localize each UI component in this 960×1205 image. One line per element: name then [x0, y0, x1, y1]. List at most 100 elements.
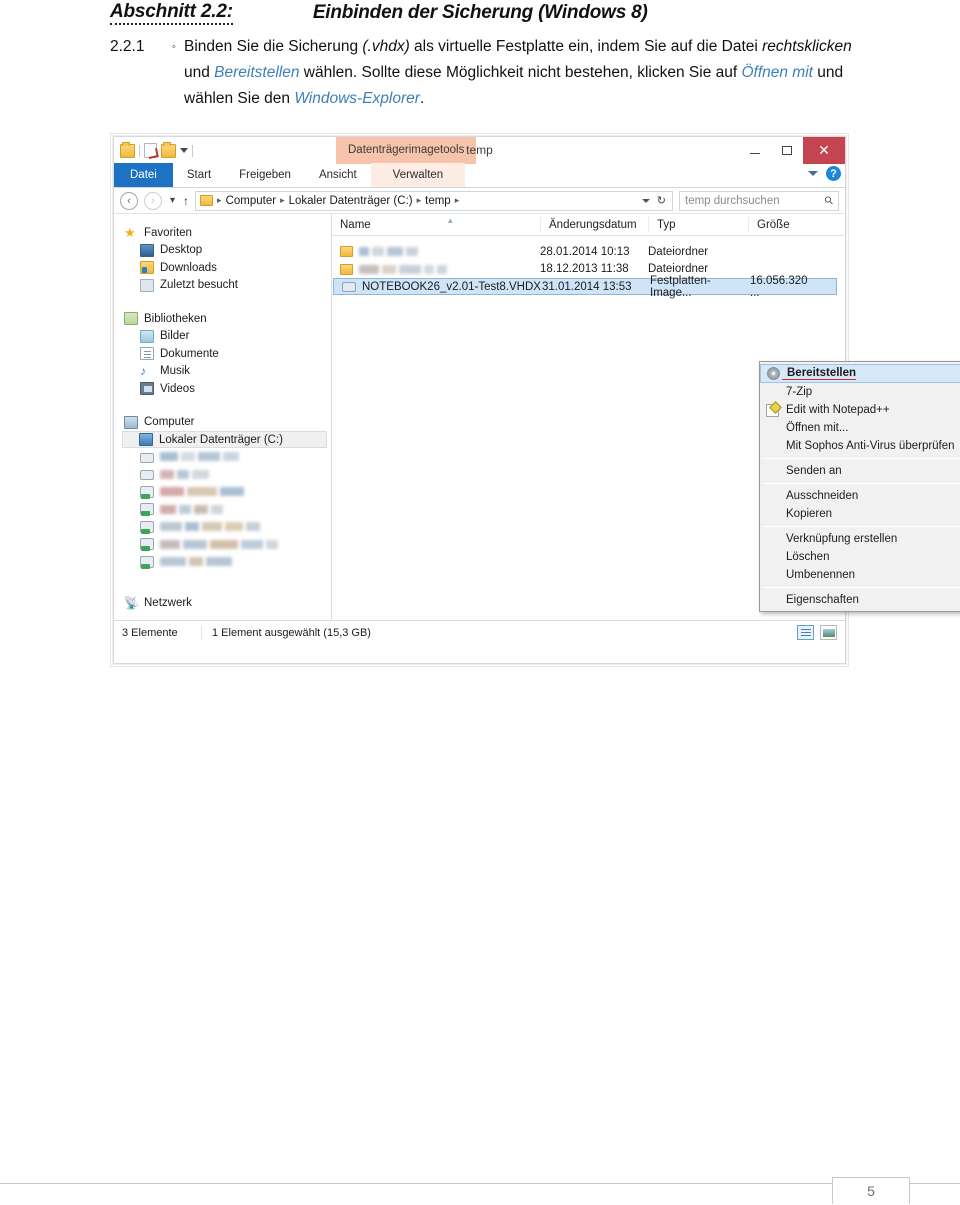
context-menu-item-umbenennen[interactable]: Umbenennen [760, 566, 960, 584]
computer-icon [124, 415, 138, 429]
column-header-name[interactable]: Name [332, 217, 540, 233]
context-menu-item-oeffnen-mit[interactable]: Öffnen mit... [760, 419, 960, 437]
sidebar-item-netzwerk[interactable]: 📡 Netzwerk [120, 595, 331, 613]
context-menu-item-ausschneiden[interactable]: Ausschneiden [760, 487, 960, 505]
sidebar-item-redacted-1[interactable] [120, 448, 331, 466]
refresh-icon[interactable]: ↻ [657, 194, 666, 207]
paragraph-link-windows-explorer[interactable]: Windows-Explorer [294, 90, 420, 107]
details-view-button[interactable] [797, 625, 814, 640]
sidebar-item-redacted-5[interactable] [120, 518, 331, 536]
sidebar-item-musik[interactable]: ♪ Musik [120, 363, 331, 381]
context-menu-item-bereitstellen[interactable]: Bereitstellen [760, 364, 960, 383]
sidebar-label: Bibliotheken [144, 312, 207, 325]
tab-ansicht[interactable]: Ansicht [305, 163, 371, 187]
search-icon[interactable]: ⚲ [822, 193, 836, 208]
column-header-type[interactable]: Typ [648, 216, 748, 233]
context-menu-item-verknuepfung-erstellen[interactable]: Verknüpfung erstellen [760, 530, 960, 548]
help-icon[interactable]: ? [826, 166, 841, 181]
tab-verwalten[interactable]: Verwalten [370, 163, 466, 187]
item-count-label: 3 Elemente [114, 625, 202, 640]
recent-locations-chevron-icon[interactable]: ▾ [168, 195, 177, 206]
table-row[interactable]: 28.01.2014 10:13 Dateiordner [332, 243, 845, 261]
sidebar-item-redacted-4[interactable] [120, 501, 331, 519]
customize-chevron-icon[interactable] [180, 148, 188, 153]
address-bar: ‹ › ▾ ↑ ▸ Computer ▸ Lokaler Datenträger… [114, 188, 845, 214]
paragraph-link-bereitstellen[interactable]: Bereitstellen [214, 64, 299, 81]
sidebar-label: Zuletzt besucht [160, 279, 238, 292]
column-header-size[interactable]: Größe [748, 216, 808, 233]
sidebar-label: Musik [160, 365, 191, 378]
new-folder-icon[interactable] [161, 141, 176, 158]
maximize-button[interactable] [771, 137, 803, 164]
paragraph-link-oeffnen-mit[interactable]: Öffnen mit [741, 64, 813, 81]
window-controls[interactable]: ✕ [739, 137, 845, 164]
file-type-cell: Dateiordner [648, 263, 709, 276]
instruction-paragraph: 2.2.1 ◦ Binden Sie die Sicherung (.vhdx)… [110, 34, 870, 112]
sidebar-item-downloads[interactable]: Downloads [120, 259, 331, 277]
column-header-date[interactable]: Änderungsdatum [540, 216, 648, 233]
document-page: Abschnitt 2.2: Einbinden der Sicherung (… [0, 0, 960, 1205]
context-menu-item-senden-an[interactable]: Senden an ▸ [760, 462, 960, 480]
table-row[interactable]: NOTEBOOK26_v2.01-Test8.VHDX 31.01.2014 1… [333, 275, 837, 299]
tab-freigeben[interactable]: Freigeben [225, 163, 305, 187]
up-button[interactable]: ↑ [183, 194, 189, 208]
sidebar-item-lokaler-datentraeger[interactable]: Lokaler Datenträger (C:) [122, 431, 327, 448]
sidebar-item-redacted-3[interactable] [120, 483, 331, 501]
breadcrumb[interactable]: ▸ Computer ▸ Lokaler Datenträger (C:) ▸ … [195, 190, 673, 211]
network-drive-icon [140, 555, 154, 569]
file-type-cell: Dateiordner [648, 245, 709, 258]
properties-icon[interactable] [144, 143, 157, 158]
thumbnail-view-button[interactable] [820, 625, 837, 640]
context-menu-item-eigenschaften[interactable]: Eigenschaften [760, 591, 960, 609]
file-date-cell: 31.01.2014 13:53 [542, 280, 632, 293]
tab-datei[interactable]: Datei [114, 163, 173, 187]
sidebar-item-dokumente[interactable]: Dokumente [120, 345, 331, 363]
file-type-cell: Festplatten-Image... [650, 274, 711, 299]
forward-button[interactable]: › [144, 191, 162, 210]
back-button[interactable]: ‹ [120, 191, 138, 210]
column-headers: Name Änderungsdatum Typ Größe ▴ [332, 214, 845, 236]
context-menu-item-loeschen[interactable]: Löschen [760, 548, 960, 566]
breadcrumb-right-controls[interactable]: ↻ [641, 194, 668, 207]
breadcrumb-item-computer[interactable]: Computer [226, 195, 277, 207]
tab-start[interactable]: Start [173, 163, 225, 187]
qat-divider-2 [192, 144, 193, 157]
context-menu-label: Edit with Notepad++ [786, 404, 890, 416]
view-buttons[interactable] [797, 625, 837, 640]
quick-access-toolbar[interactable] [114, 137, 193, 164]
sidebar-item-computer[interactable]: Computer [120, 414, 331, 432]
breadcrumb-item-temp[interactable]: temp [425, 195, 451, 207]
sidebar-item-redacted-2[interactable] [120, 466, 331, 484]
context-menu-item-kopieren[interactable]: Kopieren [760, 505, 960, 523]
sidebar-item-redacted-7[interactable] [120, 553, 331, 571]
chevron-down-icon[interactable] [641, 198, 650, 203]
context-menu[interactable]: Bereitstellen 7-Zip ▸ Edit with Notepad+… [759, 361, 960, 612]
menu-separator [762, 526, 960, 527]
menu-separator [762, 587, 960, 588]
chevron-down-icon[interactable] [808, 171, 818, 176]
navigation-pane: ★ Favoriten Desktop Downloads Zuletzt be… [114, 214, 332, 620]
sidebar-item-favoriten[interactable]: ★ Favoriten [120, 224, 331, 242]
qat-divider [139, 144, 140, 157]
file-size-cell: 16.056.320 ... [750, 274, 808, 299]
folder-icon[interactable] [120, 141, 135, 158]
minimize-button[interactable] [739, 137, 771, 164]
paragraph-text-3: als virtuelle Festplatte ein, indem Sie … [409, 38, 763, 55]
context-menu-item-notepadpp[interactable]: Edit with Notepad++ [760, 401, 960, 419]
sidebar-item-bibliotheken[interactable]: Bibliotheken [120, 310, 331, 328]
sidebar-item-zuletzt-besucht[interactable]: Zuletzt besucht [120, 277, 331, 295]
sidebar-item-desktop[interactable]: Desktop [120, 242, 331, 260]
sidebar-item-bilder[interactable]: Bilder [120, 328, 331, 346]
sidebar-item-videos[interactable]: Videos [120, 380, 331, 398]
context-menu-item-7zip[interactable]: 7-Zip ▸ [760, 383, 960, 401]
sidebar-label: Computer [144, 416, 195, 429]
context-menu-label: Umbenennen [786, 569, 856, 581]
close-button[interactable]: ✕ [803, 137, 845, 164]
breadcrumb-item-drive[interactable]: Lokaler Datenträger (C:) [289, 195, 413, 207]
ribbon-right-controls[interactable]: ? [808, 166, 841, 181]
sidebar-item-redacted-6[interactable] [120, 536, 331, 554]
network-icon: 📡 [124, 595, 139, 610]
search-input[interactable]: temp durchsuchen ⚲ [679, 190, 839, 211]
context-menu-item-sophos-scan[interactable]: Mit Sophos Anti-Virus überprüfen [760, 437, 960, 455]
